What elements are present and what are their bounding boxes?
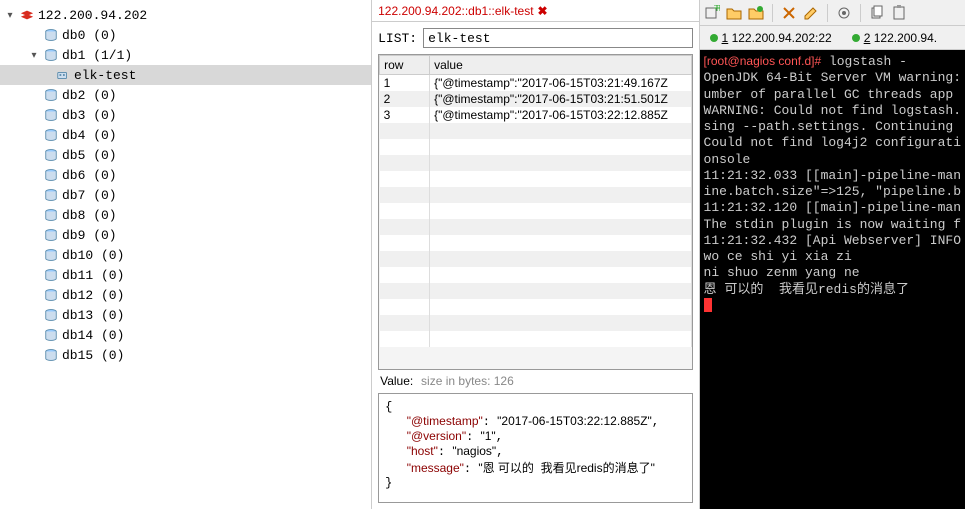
tree-db-item[interactable]: db13 (0) <box>0 305 371 325</box>
db-icon <box>44 28 58 42</box>
db-icon <box>44 308 58 322</box>
breadcrumb: 122.200.94.202::db1::elk-test ✖ <box>372 0 698 22</box>
terminal-toolbar <box>700 0 965 26</box>
terminal-output[interactable]: [root@nagios conf.d]# logstash - OpenJDK… <box>700 50 965 509</box>
tree-db-item[interactable]: db7 (0) <box>0 185 371 205</box>
paste-icon[interactable] <box>891 5 907 21</box>
list-table[interactable]: row value 1{"@timestamp":"2017-06-15T03:… <box>378 54 692 370</box>
tree-pane: ▾ 122.200.94.202 db0 (0) ▾ db1 (1/1) elk… <box>0 0 372 509</box>
tree-root-label: 122.200.94.202 <box>38 8 147 23</box>
chevron-down-icon: ▾ <box>4 10 16 21</box>
key-icon <box>56 68 70 82</box>
terminal-pane: 1 122.200.94.202:22 2 122.200.94. [root@… <box>700 0 965 509</box>
list-type-label: LIST: <box>378 31 417 46</box>
db-icon <box>44 248 58 262</box>
db-icon <box>44 328 58 342</box>
tree-root[interactable]: ▾ 122.200.94.202 <box>0 5 371 25</box>
tree-db-label: db14 (0) <box>62 328 124 343</box>
col-row: row <box>380 56 430 75</box>
db-icon <box>44 288 58 302</box>
reconnect-icon[interactable] <box>781 5 797 21</box>
db-icon <box>44 88 58 102</box>
tree-db-item[interactable]: db6 (0) <box>0 165 371 185</box>
tree-db-item[interactable]: db2 (0) <box>0 85 371 105</box>
duplicate-icon[interactable] <box>748 5 764 21</box>
status-dot-icon <box>710 34 718 42</box>
open-icon[interactable] <box>726 5 742 21</box>
tree-db-label: db0 (0) <box>62 28 117 43</box>
copy-icon[interactable] <box>869 5 885 21</box>
tree-db-label: db4 (0) <box>62 128 117 143</box>
tree-db-item[interactable]: db14 (0) <box>0 325 371 345</box>
tree-db-label: db10 (0) <box>62 248 124 263</box>
tree-db-item[interactable]: db3 (0) <box>0 105 371 125</box>
tree-db-item[interactable]: db12 (0) <box>0 285 371 305</box>
db-icon <box>44 208 58 222</box>
tree-db-label: db7 (0) <box>62 188 117 203</box>
key-name-input[interactable] <box>423 28 692 48</box>
tree-db-item[interactable]: db4 (0) <box>0 125 371 145</box>
redis-icon <box>20 8 34 22</box>
tree-key-label: elk-test <box>74 68 136 83</box>
breadcrumb-text: 122.200.94.202::db1::elk-test <box>378 4 533 18</box>
value-json-box[interactable]: { "@timestamp": "2017-06-15T03:22:12.885… <box>378 393 692 503</box>
edit-icon[interactable] <box>803 5 819 21</box>
tree-db-label: db15 (0) <box>62 348 124 363</box>
tree-db-label: db9 (0) <box>62 228 117 243</box>
tree-db-item[interactable]: db0 (0) <box>0 25 371 45</box>
tree-db-item[interactable]: db8 (0) <box>0 205 371 225</box>
db-icon <box>44 128 58 142</box>
table-row[interactable]: 3{"@timestamp":"2017-06-15T03:22:12.885Z <box>380 107 691 123</box>
terminal-tab[interactable]: 2 122.200.94. <box>842 26 947 50</box>
tree-db-label: db5 (0) <box>62 148 117 163</box>
terminal-tabs: 1 122.200.94.202:22 2 122.200.94. <box>700 26 965 50</box>
tree-db-label: db13 (0) <box>62 308 124 323</box>
tree-db-label: db2 (0) <box>62 88 117 103</box>
tree-db-label: db11 (0) <box>62 268 124 283</box>
tree-db-item[interactable]: db11 (0) <box>0 265 371 285</box>
table-row[interactable]: 1{"@timestamp":"2017-06-15T03:21:49.167Z <box>380 75 691 92</box>
db-icon <box>44 188 58 202</box>
terminal-tab[interactable]: 1 122.200.94.202:22 <box>700 26 842 50</box>
tree-db-item[interactable]: db5 (0) <box>0 145 371 165</box>
tree-db-item[interactable]: ▾ db1 (1/1) <box>0 45 371 65</box>
tree-db-label: db12 (0) <box>62 288 124 303</box>
settings-icon[interactable] <box>836 5 852 21</box>
close-icon[interactable]: ✖ <box>538 4 548 18</box>
tree-db-label: db6 (0) <box>62 168 117 183</box>
db-icon <box>44 348 58 362</box>
tree-key-item[interactable]: elk-test <box>0 65 371 85</box>
tree-db-item[interactable]: db15 (0) <box>0 345 371 365</box>
tree-db-item[interactable]: db9 (0) <box>0 225 371 245</box>
db-icon <box>44 148 58 162</box>
tree-db-label: db8 (0) <box>62 208 117 223</box>
db-icon <box>44 48 58 62</box>
db-icon <box>44 168 58 182</box>
new-tab-icon[interactable] <box>704 5 720 21</box>
tree-db-label: db1 (1/1) <box>62 48 132 63</box>
table-row[interactable]: 2{"@timestamp":"2017-06-15T03:21:51.501Z <box>380 91 691 107</box>
value-size-label: Value: size in bytes: 126 <box>372 370 698 393</box>
col-value: value <box>430 56 691 75</box>
detail-pane: 122.200.94.202::db1::elk-test ✖ LIST: ro… <box>372 0 699 509</box>
db-icon <box>44 228 58 242</box>
db-icon <box>44 268 58 282</box>
tree-db-label: db3 (0) <box>62 108 117 123</box>
status-dot-icon <box>852 34 860 42</box>
db-icon <box>44 108 58 122</box>
tree-db-item[interactable]: db10 (0) <box>0 245 371 265</box>
chevron-down-icon: ▾ <box>28 50 40 61</box>
